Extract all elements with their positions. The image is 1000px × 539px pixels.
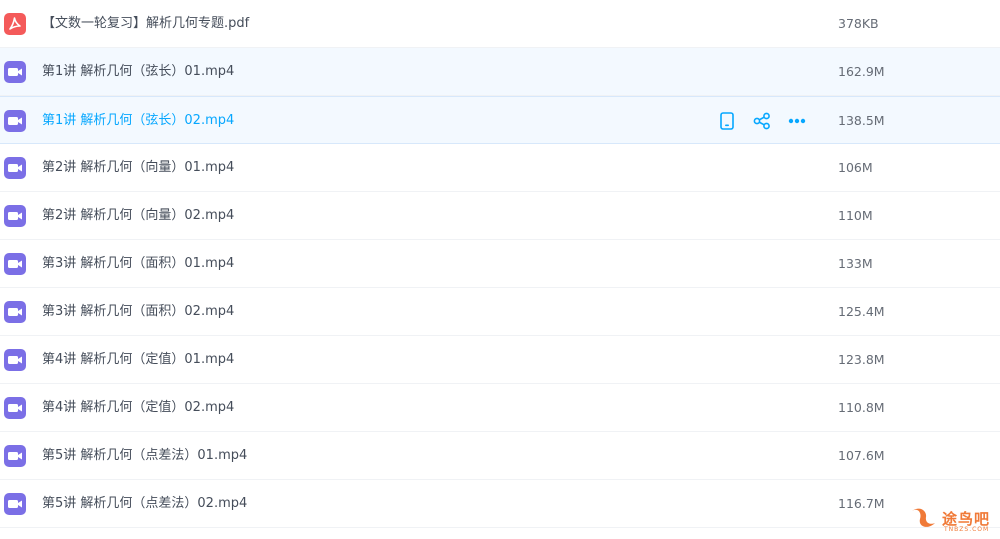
file-row[interactable]: 第3讲 解析几何（面积）02.mp4 125.4M (0, 288, 1000, 336)
video-icon (4, 61, 26, 83)
file-row[interactable]: 第3讲 解析几何（面积）01.mp4 133M (0, 240, 1000, 288)
file-name[interactable]: 第3讲 解析几何（面积）01.mp4 (42, 240, 234, 288)
video-icon (4, 301, 26, 323)
video-icon (4, 445, 26, 467)
file-row[interactable]: 第5讲 解析几何（点差法）01.mp4 107.6M (0, 432, 1000, 480)
file-name[interactable]: 第1讲 解析几何（弦长）01.mp4 (42, 48, 234, 96)
file-size: 138.5M (838, 113, 885, 128)
file-name[interactable]: 第4讲 解析几何（定值）02.mp4 (42, 384, 234, 432)
file-name[interactable]: 第5讲 解析几何（点差法）02.mp4 (42, 480, 247, 528)
file-name[interactable]: 第2讲 解析几何（向量）01.mp4 (42, 144, 234, 192)
file-size: 123.8M (838, 352, 885, 367)
file-row[interactable]: 第4讲 解析几何（定值）01.mp4 123.8M (0, 336, 1000, 384)
video-icon (4, 493, 26, 515)
video-icon (4, 205, 26, 227)
file-name[interactable]: 第5讲 解析几何（点差法）01.mp4 (42, 432, 247, 480)
more-icon[interactable] (786, 110, 808, 132)
file-list: 【文数一轮复习】解析几何专题.pdf 378KB 第1讲 解析几何（弦长）01.… (0, 0, 1000, 528)
file-name[interactable]: 第1讲 解析几何（弦长）02.mp4 (42, 97, 234, 145)
file-size: 133M (838, 256, 873, 271)
file-size: 162.9M (838, 64, 885, 79)
file-row[interactable]: 第5讲 解析几何（点差法）02.mp4 116.7M (0, 480, 1000, 528)
file-row[interactable]: 第1讲 解析几何（弦长）01.mp4 162.9M (0, 48, 1000, 96)
file-row[interactable]: 【文数一轮复习】解析几何专题.pdf 378KB (0, 0, 1000, 48)
video-icon (4, 157, 26, 179)
watermark-logo: 途鸟吧 TNBZS.COM (908, 503, 996, 537)
video-icon (4, 397, 26, 419)
file-row[interactable]: 第4讲 解析几何（定值）02.mp4 110.8M (0, 384, 1000, 432)
file-name[interactable]: 第4讲 解析几何（定值）01.mp4 (42, 336, 234, 384)
file-row[interactable]: 第2讲 解析几何（向量）01.mp4 106M (0, 144, 1000, 192)
watermark-subtext: TNBZS.COM (944, 526, 990, 533)
file-name[interactable]: 【文数一轮复习】解析几何专题.pdf (42, 0, 249, 48)
file-size: 106M (838, 160, 873, 175)
pdf-icon (4, 13, 26, 35)
video-icon (4, 253, 26, 275)
bird-logo-icon (912, 508, 935, 527)
file-name[interactable]: 第3讲 解析几何（面积）02.mp4 (42, 288, 234, 336)
file-size: 110.8M (838, 400, 885, 415)
file-size: 378KB (838, 16, 879, 31)
phone-icon[interactable] (716, 110, 738, 132)
video-icon (4, 349, 26, 371)
file-size: 125.4M (838, 304, 885, 319)
file-row[interactable]: 第2讲 解析几何（向量）02.mp4 110M (0, 192, 1000, 240)
share-icon[interactable] (751, 110, 773, 132)
file-name[interactable]: 第2讲 解析几何（向量）02.mp4 (42, 192, 234, 240)
file-size: 110M (838, 208, 873, 223)
video-icon (4, 110, 26, 132)
file-row[interactable]: 第1讲 解析几何（弦长）02.mp4 138.5M (0, 96, 1000, 144)
file-size: 107.6M (838, 448, 885, 463)
file-size: 116.7M (838, 496, 885, 511)
